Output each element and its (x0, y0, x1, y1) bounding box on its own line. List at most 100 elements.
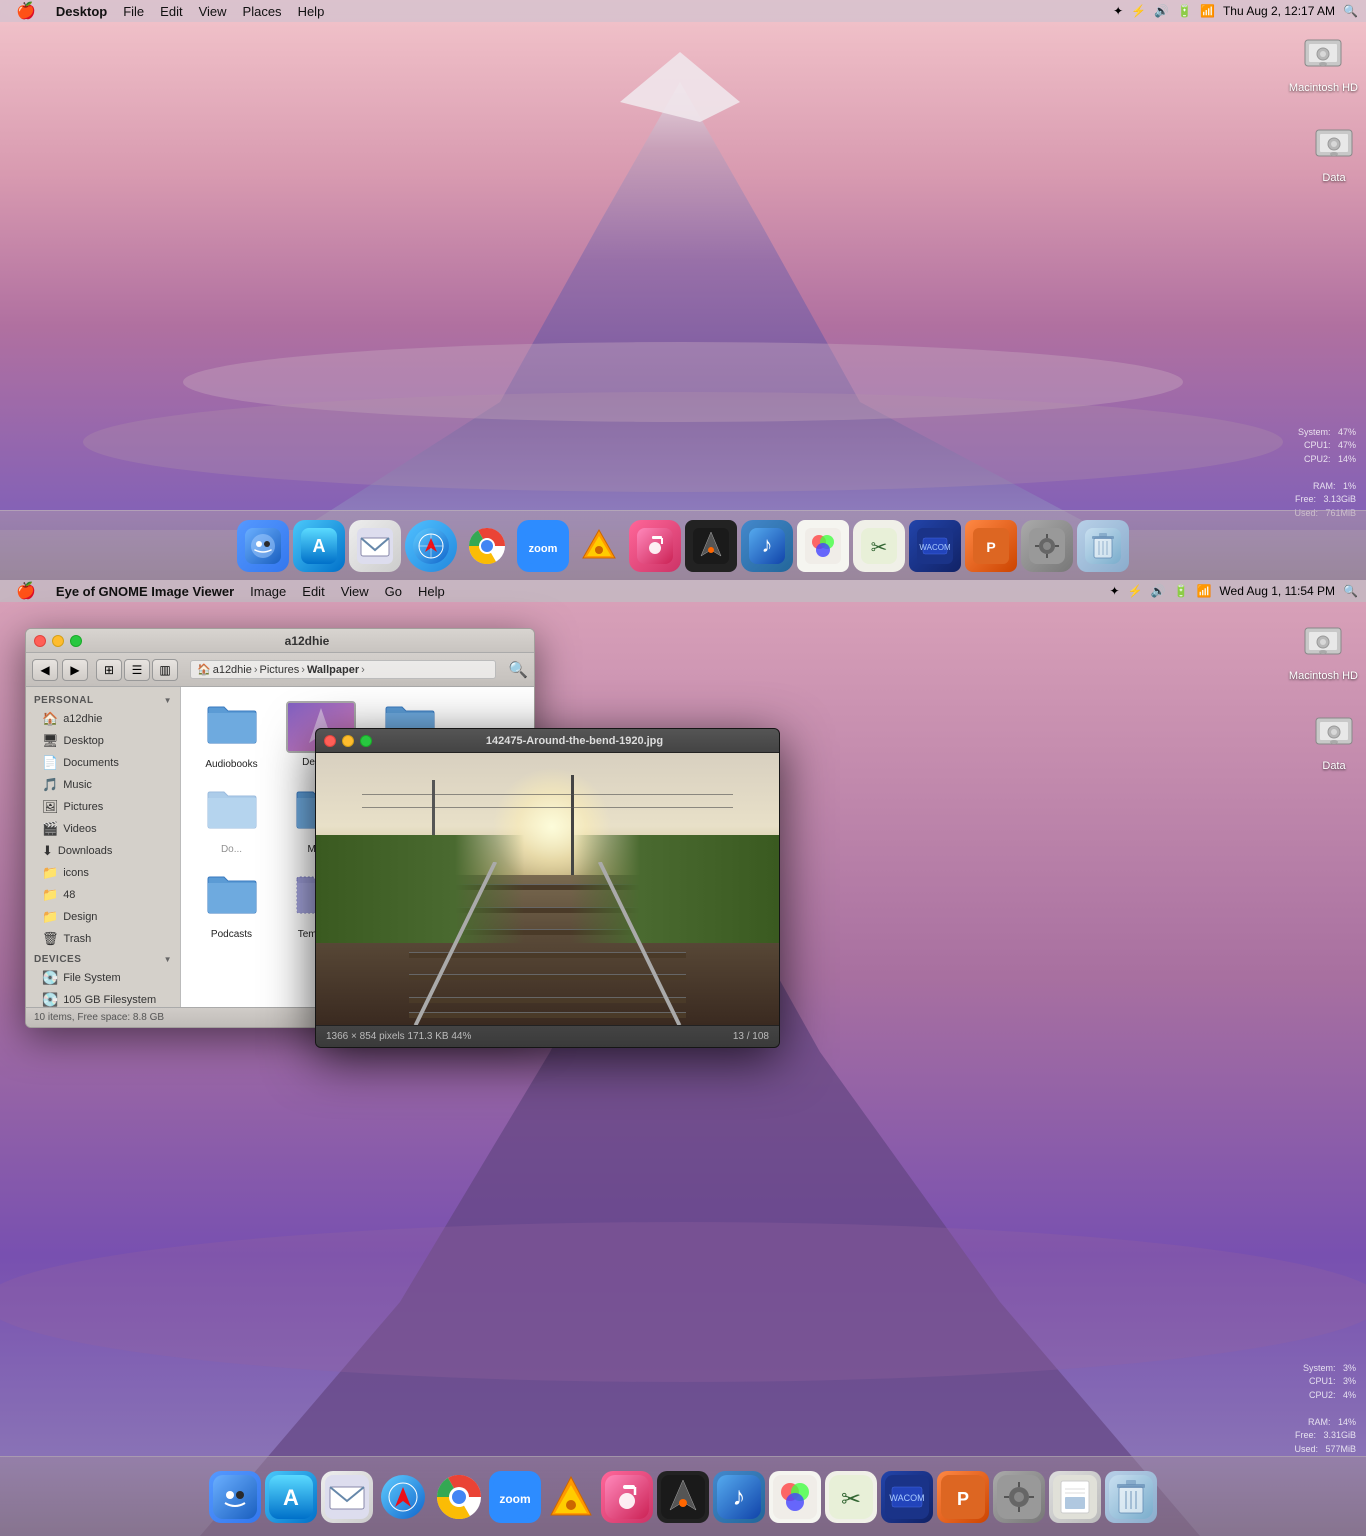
menu-image[interactable]: Image (242, 584, 294, 599)
dock-amarok[interactable]: ♪ (741, 520, 793, 572)
dock-wacom[interactable]: WACOM (909, 520, 961, 572)
sidebar-item-trash[interactable]: 🗑 Trash (26, 928, 180, 950)
dock-b-safari[interactable] (377, 1471, 429, 1523)
fm-forward-btn[interactable]: ▶ (62, 659, 88, 681)
menu-view-top[interactable]: View (191, 4, 235, 19)
sidebar-item-pictures[interactable]: 🖼 Pictures (26, 796, 180, 818)
folder-name-do: Do... (221, 844, 242, 855)
dock-b-sysprefs[interactable] (993, 1471, 1045, 1523)
folder-do-partial[interactable]: Do... (189, 780, 274, 861)
app-name-top[interactable]: Desktop (48, 4, 115, 19)
dock-b-vlc[interactable] (545, 1471, 597, 1523)
fm-icon-view-btn[interactable]: ⊞ (96, 659, 122, 681)
menu-icon-4: 🔋 (1177, 4, 1192, 18)
menu-view-bottom[interactable]: View (333, 584, 377, 599)
dock-itunes[interactable] (629, 520, 681, 572)
bc-user[interactable]: a12dhie (213, 664, 252, 676)
sidebar-item-videos[interactable]: 🎬 Videos (26, 818, 180, 840)
personal-header: Personal ▼ (26, 691, 180, 708)
bc-pictures[interactable]: Pictures (260, 664, 300, 676)
sidebar-item-music[interactable]: 🎵 Music (26, 774, 180, 796)
menu-icon-3: 🔊 (1154, 4, 1169, 18)
sidebar-item-48[interactable]: 📁 48 (26, 884, 180, 906)
menu-places-top[interactable]: Places (235, 4, 290, 19)
sidebar-item-design[interactable]: 📁 Design (26, 906, 180, 928)
window-maximize-btn[interactable] (70, 635, 82, 647)
bottom-dock: A zoom ♪ ✂ WACOM (0, 1456, 1366, 1536)
wire-2 (362, 807, 732, 808)
dock-b-ppt[interactable]: P (937, 1471, 989, 1523)
apple-menu[interactable]: 🍎 (8, 1, 44, 21)
svg-text:P: P (986, 539, 995, 555)
fm-column-view-btn[interactable]: ▥ (152, 659, 178, 681)
dock-ppt[interactable]: P (965, 520, 1017, 572)
search-icon-top[interactable]: 🔍 (1343, 4, 1358, 18)
dock-sysprefs[interactable] (1021, 520, 1073, 572)
menu-icon-b5: 📶 (1196, 584, 1211, 598)
sidebar-item-filesystem[interactable]: 💽 File System (26, 967, 180, 989)
menu-edit-bottom[interactable]: Edit (294, 584, 332, 599)
dock-b-mail[interactable] (321, 1471, 373, 1523)
dock-b-preview[interactable] (1049, 1471, 1101, 1523)
fm-search-btn[interactable]: 🔍 (508, 660, 528, 680)
sidebar-item-desktop[interactable]: 🖥 Desktop (26, 730, 180, 752)
dock-b-scissors[interactable]: ✂ (825, 1471, 877, 1523)
dock-vlc[interactable] (573, 520, 625, 572)
folder-audiobooks[interactable]: Audiobooks (189, 695, 274, 776)
folder-podcasts[interactable]: Podcasts (189, 865, 274, 946)
menu-icon-1: ✦ (1113, 4, 1123, 18)
drive-icon-hd1b[interactable]: Macintosh HD (1289, 618, 1358, 682)
iv-close-btn[interactable] (324, 735, 336, 747)
dock-b-itunes[interactable] (601, 1471, 653, 1523)
dock-b-amarok[interactable]: ♪ (713, 1471, 765, 1523)
dock-b-appstore[interactable]: A (265, 1471, 317, 1523)
fm-list-view-btn[interactable]: ☰ (124, 659, 150, 681)
trash-icon-si: 🗑 (42, 931, 59, 947)
sidebar-item-icons[interactable]: 📁 icons (26, 862, 180, 884)
iv-minimize-btn[interactable] (342, 735, 354, 747)
wire-1 (362, 794, 732, 795)
dock-b-zoom[interactable]: zoom (489, 1471, 541, 1523)
sidebar-item-downloads[interactable]: ⬇ Downloads (26, 840, 180, 862)
dock-appstore[interactable]: A (293, 520, 345, 572)
drive-icon-hd2b[interactable]: Data (1310, 708, 1358, 772)
dock-mail[interactable] (349, 520, 401, 572)
105gb-icon: 💽 (42, 992, 58, 1007)
dock-b-trash[interactable] (1105, 1471, 1157, 1523)
menu-go[interactable]: Go (377, 584, 410, 599)
dock-safari[interactable] (405, 520, 457, 572)
drive-icon-macintosh-hd[interactable]: Macintosh HD (1289, 30, 1358, 94)
app-name-bottom[interactable]: Eye of GNOME Image Viewer (48, 584, 242, 599)
apple-menu-bottom[interactable]: 🍎 (8, 581, 44, 601)
dock-inkscape[interactable] (685, 520, 737, 572)
menu-icon-b2: ⚡ (1128, 584, 1143, 598)
menu-file-top[interactable]: File (115, 4, 152, 19)
dock-b-inkscape[interactable] (657, 1471, 709, 1523)
dock-colorsync[interactable] (797, 520, 849, 572)
menu-help-bottom[interactable]: Help (410, 584, 453, 599)
dock-chrome[interactable] (461, 520, 513, 572)
dock-trash-top[interactable] (1077, 520, 1129, 572)
window-minimize-btn[interactable] (52, 635, 64, 647)
sidebar-item-home[interactable]: 🏠 a12dhie (26, 708, 180, 730)
bc-wallpaper[interactable]: Wallpaper (307, 664, 359, 676)
dock-scissors[interactable]: ✂ (853, 520, 905, 572)
sidebar-item-documents[interactable]: 📄 Documents (26, 752, 180, 774)
menu-help-top[interactable]: Help (290, 4, 333, 19)
sidebar-item-105gb[interactable]: 💽 105 GB Filesystem (26, 989, 180, 1007)
top-desktop: 🍎 Desktop File Edit View Places Help ✦ ⚡… (0, 0, 1366, 580)
svg-text:P: P (957, 1489, 969, 1509)
iv-maximize-btn[interactable] (360, 735, 372, 747)
dock-b-chrome[interactable] (433, 1471, 485, 1523)
drive-icon-data[interactable]: Data (1310, 120, 1358, 184)
menu-edit-top[interactable]: Edit (152, 4, 190, 19)
dock-finder[interactable] (237, 520, 289, 572)
dock-b-wacom[interactable]: WACOM (881, 1471, 933, 1523)
dock-zoom[interactable]: zoom (517, 520, 569, 572)
window-close-btn[interactable] (34, 635, 46, 647)
dock-b-finder[interactable] (209, 1471, 261, 1523)
search-icon-bottom[interactable]: 🔍 (1343, 584, 1358, 598)
dock-b-colorsync[interactable] (769, 1471, 821, 1523)
datetime-bottom: Wed Aug 1, 11:54 PM (1219, 584, 1335, 598)
fm-back-btn[interactable]: ◀ (32, 659, 58, 681)
